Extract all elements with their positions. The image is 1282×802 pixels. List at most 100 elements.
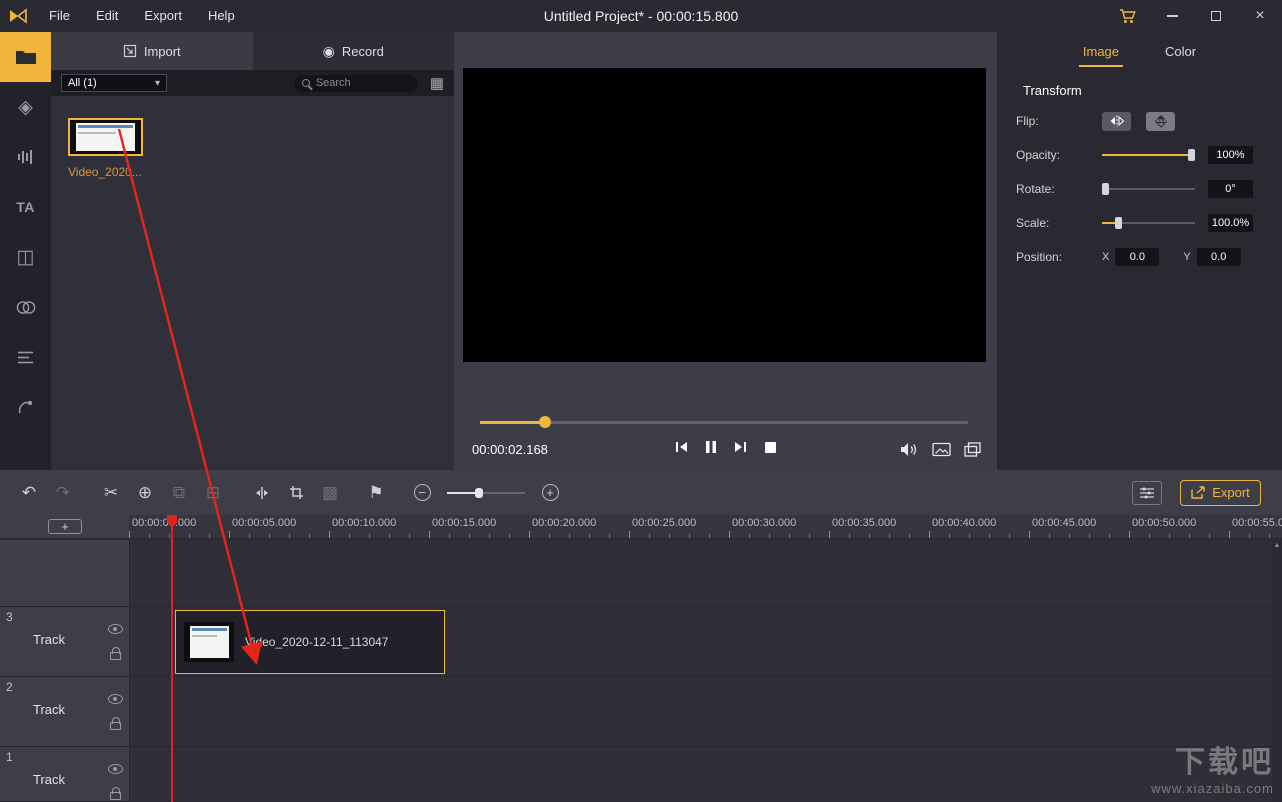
media-item[interactable]: Video_2020... xyxy=(68,118,143,179)
properties-panel: Image Color Transform Flip: xyxy=(997,32,1282,470)
sidebar-item-text[interactable]: TA xyxy=(0,182,51,232)
trim-button[interactable] xyxy=(245,478,279,508)
undo-button[interactable]: ↶ xyxy=(12,478,46,508)
redo-icon: ↷ xyxy=(56,483,70,503)
scale-row: Scale: 100.0% xyxy=(1016,212,1270,234)
window-controls: × xyxy=(1106,0,1282,32)
ruler-label: 00:00:05.000 xyxy=(232,517,296,529)
timeline-zoom-slider[interactable] xyxy=(447,487,525,499)
delete-button[interactable]: ⊟ xyxy=(196,478,230,508)
ruler-label: 00:00:30.000 xyxy=(732,517,796,529)
media-tabs: Import ◉ Record xyxy=(51,32,454,70)
zoom-in-icon: + xyxy=(542,484,559,501)
flip-vertical-button[interactable] xyxy=(1146,112,1175,131)
timeline-corner: + xyxy=(0,515,129,539)
app-window: File Edit Export Help Untitled Project* … xyxy=(0,0,1282,802)
next-frame-button[interactable] xyxy=(733,440,748,454)
track-lock-icon[interactable] xyxy=(110,652,121,660)
rotate-value[interactable]: 0° xyxy=(1208,180,1253,198)
maximize-button[interactable] xyxy=(1194,0,1238,32)
position-y-field[interactable]: 0.0 xyxy=(1197,248,1241,266)
undo-icon: ↶ xyxy=(22,483,36,503)
tab-color[interactable]: Color xyxy=(1161,42,1200,67)
tab-record-label: Record xyxy=(342,44,384,59)
import-icon xyxy=(123,44,137,58)
track-visibility-icon[interactable] xyxy=(108,624,123,634)
tab-record[interactable]: ◉ Record xyxy=(253,32,455,70)
keyframe-panel-button[interactable] xyxy=(1132,481,1162,505)
sidebar-item-transitions[interactable]: ◈ xyxy=(0,82,51,132)
copy-button[interactable]: ⧉ xyxy=(162,478,196,508)
zoom-slider-handle[interactable] xyxy=(475,488,483,498)
volume-icon[interactable] xyxy=(900,442,919,457)
timeline: + 00:00:00.000 00:00:05.000 00:00:10.000… xyxy=(0,515,1282,802)
pause-button[interactable] xyxy=(705,440,717,454)
timeline-ruler[interactable]: 00:00:00.000 00:00:05.000 00:00:10.000 0… xyxy=(129,515,1282,539)
sidebar-item-media[interactable] xyxy=(0,32,51,82)
ruler-label: 00:00:25.000 xyxy=(632,517,696,529)
previous-frame-button[interactable] xyxy=(674,440,689,454)
sidebar-item-filters[interactable] xyxy=(0,282,51,332)
position-x-field[interactable]: 0.0 xyxy=(1115,248,1159,266)
track-visibility-icon[interactable] xyxy=(108,694,123,704)
clip-thumbnail xyxy=(184,622,234,662)
seek-bar[interactable] xyxy=(480,416,968,428)
minimize-button[interactable] xyxy=(1150,0,1194,32)
sidebar-item-audio[interactable] xyxy=(0,132,51,182)
search-box[interactable] xyxy=(294,75,418,92)
scale-value[interactable]: 100.0% xyxy=(1208,214,1253,232)
timeline-empty-row xyxy=(0,540,1282,607)
store-cart-icon[interactable] xyxy=(1106,0,1150,32)
track-lock-icon[interactable] xyxy=(110,722,121,730)
export-button[interactable]: Export xyxy=(1180,480,1261,506)
marker-button[interactable]: ⚑ xyxy=(359,478,393,508)
rotate-slider[interactable] xyxy=(1102,183,1195,195)
track-lock-icon[interactable] xyxy=(110,792,121,800)
track-number: 1 xyxy=(6,750,13,764)
seek-handle[interactable] xyxy=(539,416,551,428)
flip-horizontal-button[interactable] xyxy=(1102,112,1131,131)
crop-button[interactable] xyxy=(279,478,313,508)
stop-button[interactable] xyxy=(764,441,777,454)
video-preview[interactable] xyxy=(463,68,986,362)
add-track-button[interactable]: + xyxy=(48,519,82,534)
menu-file[interactable]: File xyxy=(36,0,83,32)
playhead-line[interactable] xyxy=(171,515,173,802)
close-button[interactable]: × xyxy=(1238,0,1282,32)
opacity-value[interactable]: 100% xyxy=(1208,146,1253,164)
mosaic-button[interactable]: ▩ xyxy=(313,478,347,508)
effects-icon xyxy=(17,399,34,415)
track-1-lane[interactable] xyxy=(129,747,1282,802)
flip-horizontal-icon xyxy=(1108,115,1126,127)
opacity-slider[interactable] xyxy=(1102,149,1195,161)
preview-panel: 00:00:02.168 xyxy=(454,32,997,470)
menu-edit[interactable]: Edit xyxy=(83,0,131,32)
ruler-label: 00:00:55.000 xyxy=(1232,517,1282,529)
grid-view-icon[interactable]: ▦ xyxy=(430,74,444,92)
zoom-out-button[interactable]: − xyxy=(405,478,439,508)
media-item-label: Video_2020... xyxy=(68,165,143,179)
sidebar-item-elements[interactable] xyxy=(0,332,51,382)
scroll-up-icon[interactable]: ▲ xyxy=(1273,541,1281,551)
filters-icon xyxy=(16,300,36,315)
tab-import[interactable]: Import xyxy=(51,32,253,70)
sidebar-item-overlays[interactable]: ◫ xyxy=(0,232,51,282)
sidebar-item-effects[interactable] xyxy=(0,382,51,432)
redo-button[interactable]: ↷ xyxy=(46,478,80,508)
media-filter-select[interactable]: All (1) ▾ xyxy=(61,74,167,92)
track-2-lane[interactable] xyxy=(129,677,1282,747)
track-visibility-icon[interactable] xyxy=(108,764,123,774)
zoom-in-button[interactable]: + xyxy=(533,478,567,508)
duplicate-screen-icon[interactable] xyxy=(964,442,981,457)
export-icon xyxy=(1191,486,1206,499)
scale-slider[interactable] xyxy=(1102,217,1195,229)
timeline-scrollbar[interactable]: ▲ xyxy=(1272,540,1282,802)
timeline-clip[interactable]: Video_2020-12-11_113047 xyxy=(175,610,445,674)
tab-image[interactable]: Image xyxy=(1079,42,1123,67)
add-clip-button[interactable]: ⊕ xyxy=(128,478,162,508)
split-scissors-button[interactable]: ✂ xyxy=(94,478,128,508)
menu-help[interactable]: Help xyxy=(195,0,248,32)
snapshot-icon[interactable] xyxy=(932,442,951,457)
menu-export[interactable]: Export xyxy=(131,0,195,32)
search-input[interactable] xyxy=(316,77,401,89)
